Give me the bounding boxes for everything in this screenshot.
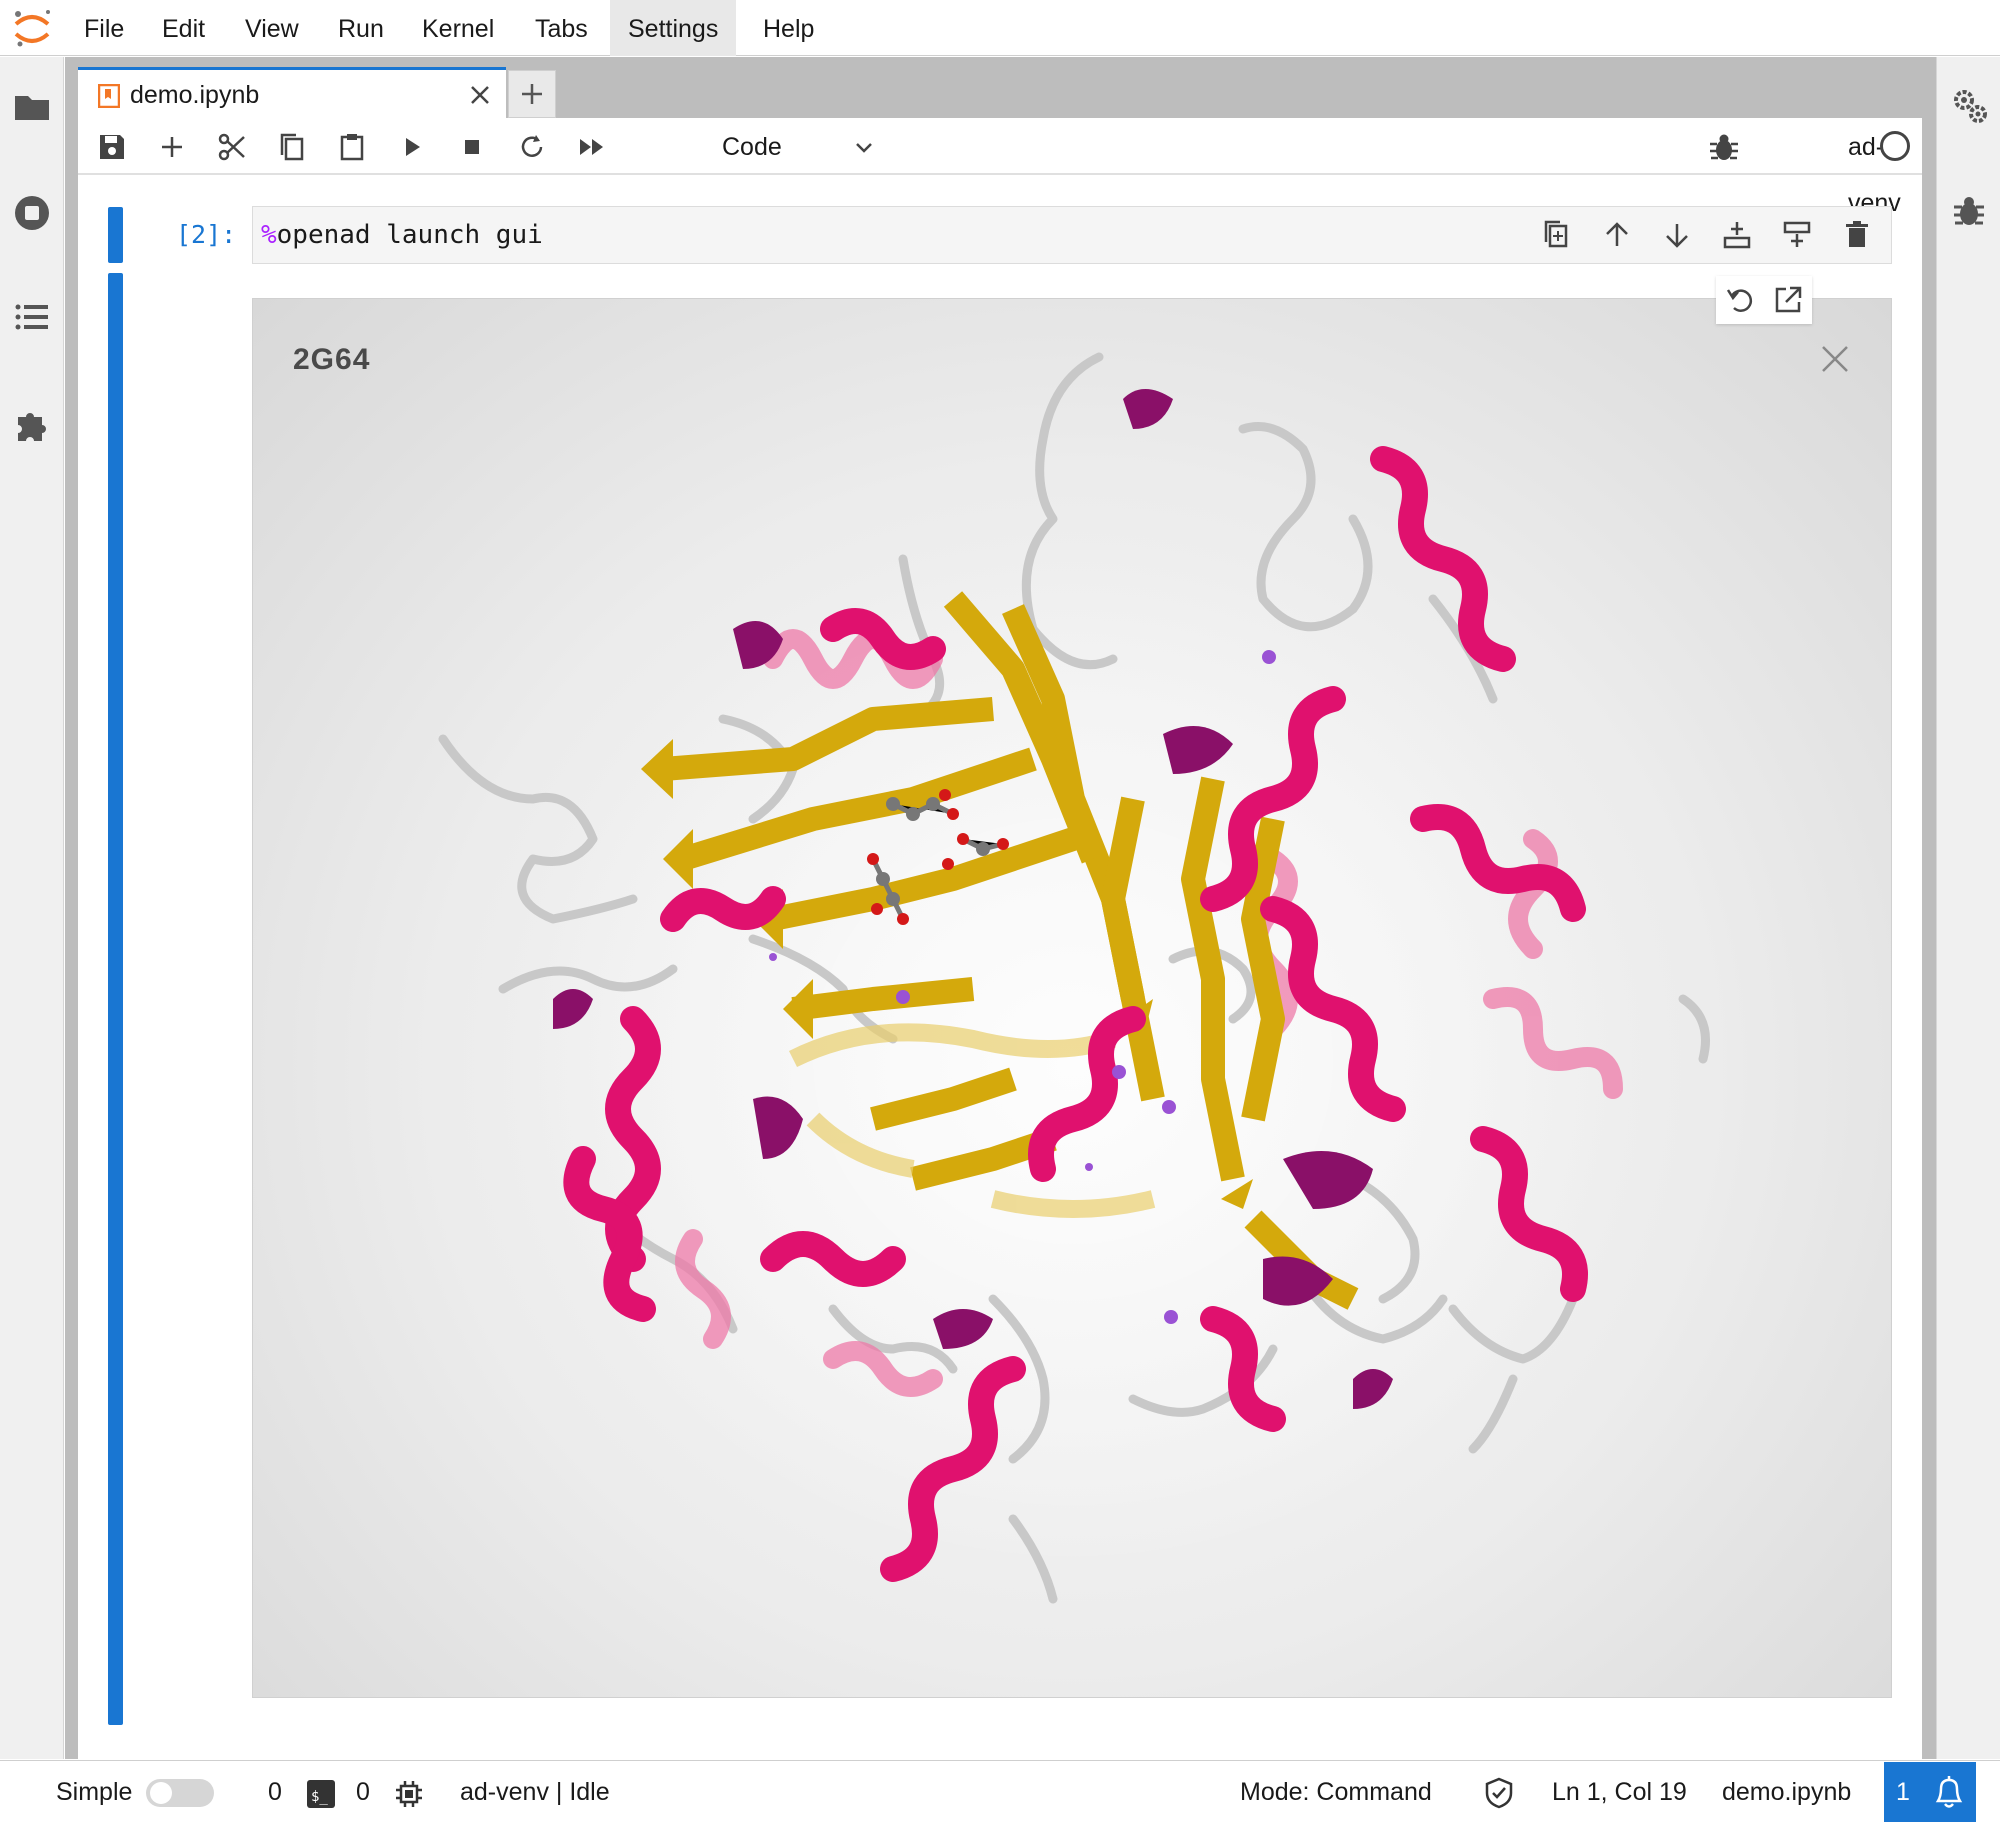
debugger-bug-icon[interactable] <box>1951 193 1987 229</box>
menu-run[interactable]: Run <box>320 0 402 56</box>
simple-mode-toggle[interactable] <box>146 1779 214 1807</box>
run-cell-play-icon[interactable] <box>396 131 428 163</box>
menu-tabs[interactable]: Tabs <box>517 0 606 56</box>
current-file-name: demo.ipynb <box>1722 1778 1852 1806</box>
restart-kernel-icon[interactable] <box>516 131 548 163</box>
right-sidebar <box>1936 57 2000 1759</box>
open-external-icon[interactable] <box>1772 284 1804 316</box>
extension-puzzle-icon[interactable] <box>12 405 52 445</box>
menu-view[interactable]: View <box>227 0 317 56</box>
close-tab-icon[interactable] <box>468 83 492 107</box>
menu-settings[interactable]: Settings <box>610 0 737 56</box>
notebook-file-icon <box>98 84 120 108</box>
reset-view-icon[interactable] <box>1724 284 1756 316</box>
cursor-position[interactable]: Ln 1, Col 19 <box>1552 1761 1687 1822</box>
left-sidebar <box>0 57 64 1759</box>
notification-count: 1 <box>1896 1778 1910 1806</box>
chevron-down-icon[interactable] <box>852 135 876 159</box>
molecule-id-title: 2G64 <box>293 343 371 376</box>
property-inspector-gears-icon[interactable] <box>1951 87 1989 125</box>
tab-demo-ipynb[interactable]: demo.ipynb <box>78 67 506 119</box>
terminal-icon[interactable]: $_ <box>306 1779 336 1809</box>
restart-run-all-fast-forward-icon[interactable] <box>576 131 608 163</box>
svg-text:$_: $_ <box>311 1789 328 1805</box>
simple-mode-label: Simple <box>56 1778 133 1806</box>
menu-file[interactable]: File <box>66 0 142 56</box>
move-cell-down-arrow-icon[interactable] <box>1660 218 1694 252</box>
new-launcher-button[interactable] <box>508 70 556 118</box>
molecule-viewer-output[interactable]: 2G64 <box>252 298 1892 1698</box>
bell-icon <box>1935 1776 1963 1808</box>
menu-edit[interactable]: Edit <box>144 0 223 56</box>
insert-cell-plus-icon[interactable] <box>156 131 188 163</box>
jupyter-logo-icon[interactable] <box>10 6 54 50</box>
save-icon[interactable] <box>96 131 128 163</box>
cell-collapser-output[interactable] <box>108 273 123 1725</box>
status-bar: Simple 0 $_ 0 ad-venv | Idle Mode: Comma… <box>0 1760 2000 1822</box>
duplicate-cell-icon[interactable] <box>1540 218 1574 252</box>
cell-collapser-input[interactable] <box>108 207 123 263</box>
move-cell-up-arrow-icon[interactable] <box>1600 218 1634 252</box>
interrupt-stop-icon[interactable] <box>456 131 488 163</box>
debugger-bug-icon[interactable] <box>1708 131 1740 163</box>
delete-cell-trash-icon[interactable] <box>1840 218 1874 252</box>
kernel-status-text[interactable]: ad-venv | Idle <box>460 1761 610 1822</box>
folder-icon[interactable] <box>12 87 52 127</box>
terminal-count[interactable]: 0 <box>268 1761 282 1822</box>
running-sessions-icon[interactable] <box>12 193 52 233</box>
menu-help[interactable]: Help <box>745 0 832 56</box>
tab-label: demo.ipynb <box>130 81 260 109</box>
output-toolbar <box>1716 276 1812 324</box>
kernel-count[interactable]: 0 <box>356 1761 370 1822</box>
notebook-toolbar: Code ad-venv <box>78 119 1922 217</box>
menu-kernel[interactable]: Kernel <box>404 0 512 56</box>
cut-scissors-icon[interactable] <box>216 131 248 163</box>
cell-type-select[interactable]: Code <box>722 119 782 175</box>
kernel-status-idle-indicator <box>1880 131 1910 161</box>
copy-icon[interactable] <box>276 131 308 163</box>
magic-prefix: % <box>261 220 277 250</box>
table-of-contents-icon[interactable] <box>12 297 52 337</box>
protein-structure-render[interactable] <box>253 299 1892 1698</box>
trusted-shield-icon[interactable] <box>1484 1777 1514 1809</box>
insert-cell-above-icon[interactable] <box>1720 218 1754 252</box>
code-cell-editor[interactable]: %openad launch gui <box>252 206 1892 264</box>
menu-bar: File Edit View Run Kernel Tabs Settings … <box>0 0 2000 56</box>
code-text: %openad launch gui <box>261 207 543 263</box>
close-viewer-icon[interactable] <box>1819 343 1851 375</box>
insert-cell-below-icon[interactable] <box>1780 218 1814 252</box>
paste-clipboard-icon[interactable] <box>336 131 368 163</box>
notifications-button[interactable]: 1 <box>1884 1762 1976 1822</box>
notebook-mode-text: Mode: Command <box>1240 1778 1432 1806</box>
plus-icon <box>522 84 542 104</box>
execution-count-prompt: [2]: <box>176 220 237 249</box>
code-content: openad launch gui <box>276 220 543 250</box>
kernel-chip-icon[interactable] <box>394 1779 424 1809</box>
